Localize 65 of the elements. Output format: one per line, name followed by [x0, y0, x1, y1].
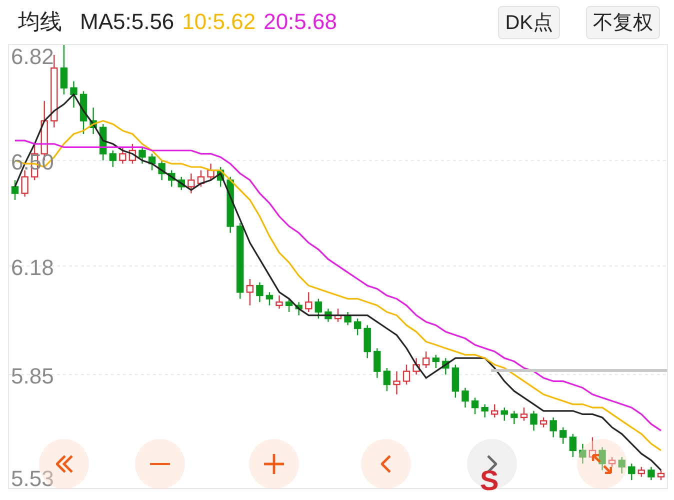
candlestick — [432, 354, 440, 369]
axis-label: 5.85 — [11, 364, 54, 389]
chevron-left-icon — [381, 455, 391, 473]
candlestick — [510, 410, 518, 425]
chart-control-button[interactable] — [361, 439, 411, 489]
candlestick — [550, 416, 557, 438]
candlestick — [60, 45, 68, 96]
candlestick — [119, 146, 126, 164]
candlestick — [21, 170, 28, 198]
candlestick — [657, 470, 665, 481]
candlestick — [11, 180, 19, 201]
candlestick — [285, 298, 293, 313]
candlestick — [138, 146, 146, 164]
candlestick — [305, 292, 312, 313]
double-chevron-left-icon — [56, 455, 72, 473]
candlestick — [402, 364, 410, 386]
candlestick — [569, 433, 577, 458]
candlestick — [109, 150, 116, 168]
axis-label: 5.53 — [11, 466, 54, 488]
candlestick — [374, 348, 381, 379]
candlestick — [579, 443, 586, 464]
candlestick — [314, 298, 322, 320]
candlestick — [462, 387, 469, 408]
candlestick — [648, 466, 655, 481]
chart-control-button[interactable] — [249, 439, 299, 489]
candlestick — [188, 172, 195, 194]
candlestick — [422, 350, 430, 369]
candlestick — [500, 406, 508, 422]
candlestick — [520, 406, 528, 422]
candlestick — [276, 294, 283, 310]
indicator-title: 均线 — [18, 8, 62, 36]
candlestick — [628, 463, 636, 481]
sell-marker: S — [480, 470, 499, 492]
candlestick — [530, 410, 538, 432]
chart-control-button[interactable] — [577, 439, 627, 489]
axis-label: 6.18 — [11, 254, 54, 280]
ma-value: MA5:5.56 — [80, 9, 174, 35]
ma-value: 20:5.68 — [264, 9, 337, 35]
candlestick — [256, 282, 264, 303]
minus-icon — [150, 462, 170, 466]
plus-icon — [263, 453, 285, 475]
ma-value: 10:5.62 — [182, 9, 256, 35]
candlestick — [638, 466, 646, 478]
candlestick — [246, 278, 254, 306]
axis-label: 6.82 — [11, 45, 54, 69]
candlestick — [560, 426, 567, 444]
candlestick — [70, 80, 78, 108]
candlestick — [207, 163, 214, 181]
dk-point-button[interactable]: DK点 — [498, 6, 560, 38]
candlestick — [608, 456, 616, 468]
candlestick — [598, 446, 606, 471]
candlestick — [364, 324, 371, 359]
adjust-button[interactable]: 不复权 — [586, 6, 660, 38]
candlestick — [266, 292, 274, 306]
candlestick — [618, 456, 626, 474]
candlestick — [354, 318, 362, 336]
candlestick — [393, 370, 400, 395]
candlestick — [491, 404, 498, 418]
candlestick — [481, 404, 488, 418]
candlestick — [452, 364, 460, 398]
candlestick — [471, 397, 479, 415]
candlestick — [383, 367, 391, 392]
slider-handle[interactable] — [491, 369, 667, 372]
candlestick — [540, 416, 548, 428]
expand-icon — [592, 454, 612, 474]
